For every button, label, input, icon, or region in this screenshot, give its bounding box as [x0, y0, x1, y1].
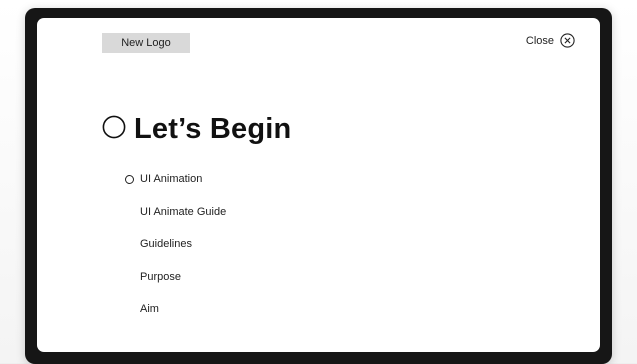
close-button[interactable]: Close	[526, 33, 575, 48]
close-label: Close	[525, 34, 554, 47]
menu-item-purpose[interactable]: Purpose	[125, 261, 226, 294]
title-text: Let’s Begin	[134, 113, 292, 145]
menu-item-label: Purpose	[140, 270, 181, 283]
menu-item-ui-animation[interactable]: UI Animation	[125, 163, 226, 196]
menu-item-label: Aim	[140, 303, 159, 316]
screen: New Logo Close Let’s Begin UI Animation …	[37, 18, 600, 352]
circle-outline-icon	[102, 115, 126, 144]
page-title: Let’s Begin	[102, 115, 291, 144]
menu-item-label: UI Animation	[140, 173, 203, 186]
menu-item-aim[interactable]: Aim	[125, 293, 226, 326]
logo-placeholder[interactable]: New Logo	[102, 33, 190, 53]
menu-item-label: Guidelines	[140, 238, 192, 251]
menu-list: UI Animation UI Animate Guide Guidelines…	[125, 163, 226, 326]
close-circle-icon	[560, 33, 575, 48]
menu-item-label: UI Animate Guide	[140, 205, 227, 218]
device-frame: New Logo Close Let’s Begin UI Animation …	[25, 8, 612, 364]
menu-item-guidelines[interactable]: Guidelines	[125, 228, 226, 261]
small-circle-icon	[125, 174, 134, 184]
menu-item-ui-animate-guide[interactable]: UI Animate Guide	[125, 196, 226, 229]
